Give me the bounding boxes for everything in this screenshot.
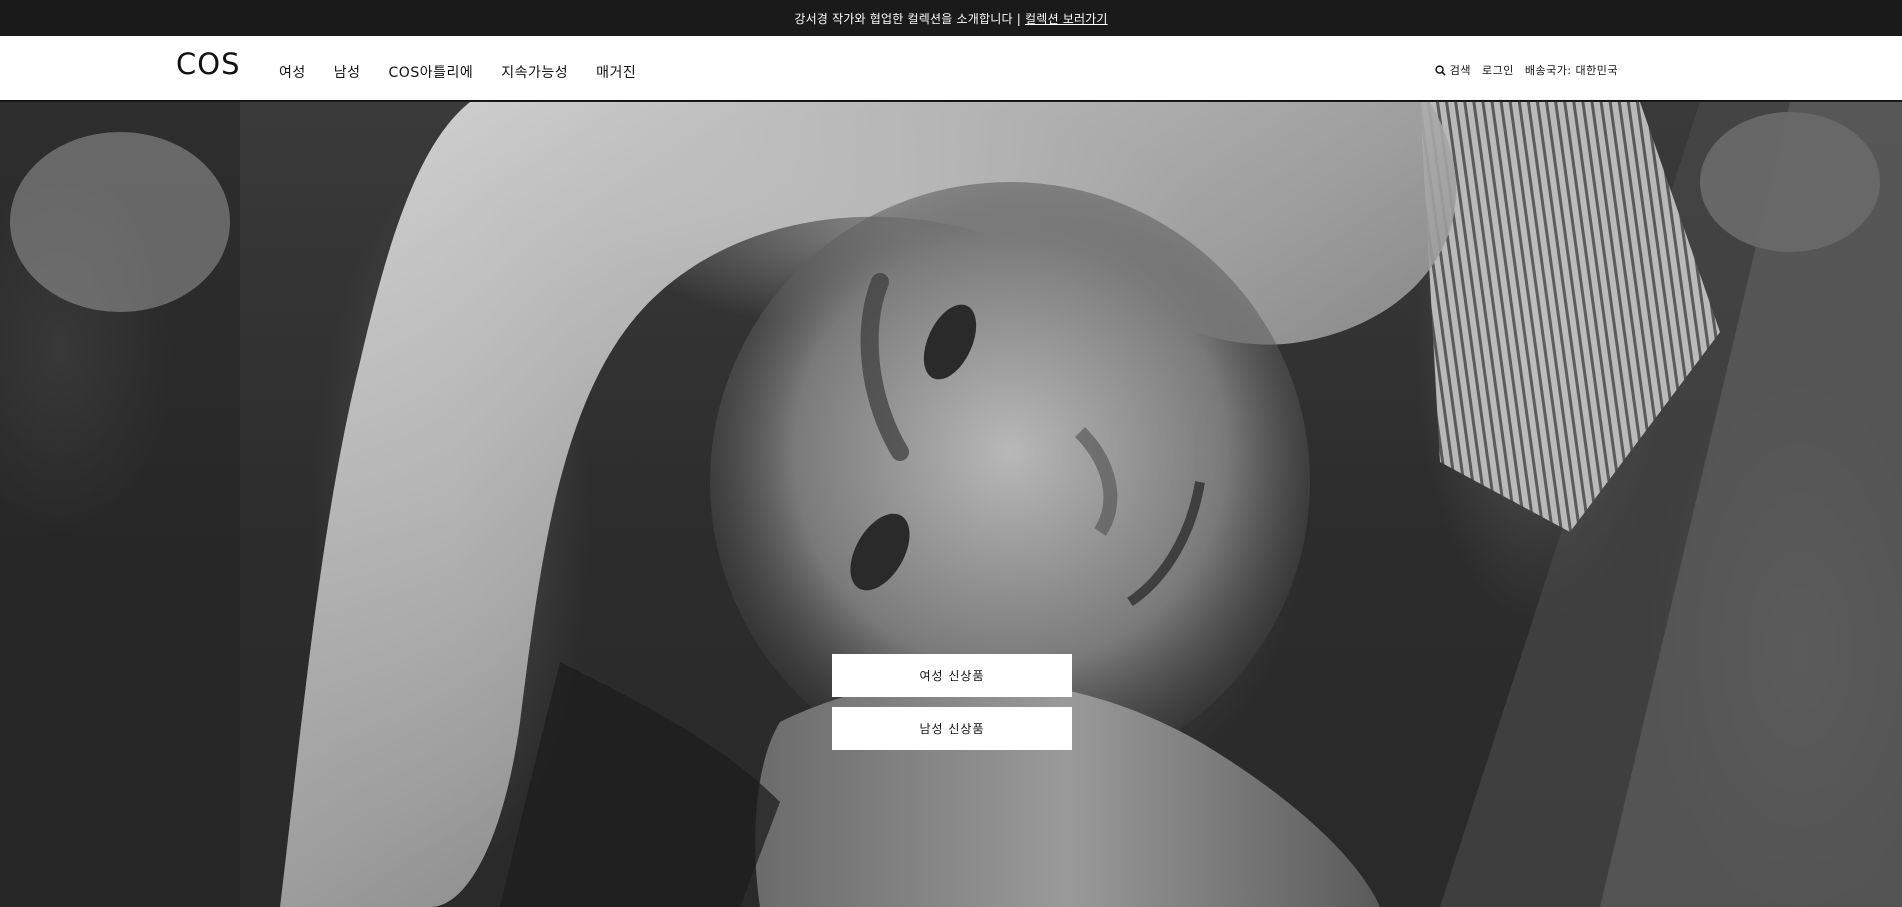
header-utilities: 검색 로그인 배송국가: 대한민국 xyxy=(1435,62,1618,78)
nav-item-atelier[interactable]: COS아틀리에 xyxy=(389,62,474,82)
hero-banner[interactable]: 여성 신상품 남성 신상품 xyxy=(0,102,1902,907)
search-label: 검색 xyxy=(1449,64,1471,77)
site-header: COS 여성 남성 COS아틀리에 지속가능성 매거진 검색 로그인 배송국가:… xyxy=(0,36,1902,101)
search-button[interactable]: 검색 xyxy=(1435,62,1471,78)
announcement-text: 강서경 작가와 협업한 컬렉션을 소개합니다 | xyxy=(794,11,1021,26)
announcement-link[interactable]: 컬렉션 보러가기 xyxy=(1025,10,1108,27)
nav-item-magazine[interactable]: 매거진 xyxy=(596,62,636,82)
shop-women-new-button[interactable]: 여성 신상품 xyxy=(832,654,1072,697)
main-nav: 여성 남성 COS아틀리에 지속가능성 매거진 xyxy=(279,62,636,82)
nav-item-sustainability[interactable]: 지속가능성 xyxy=(501,62,568,82)
shop-men-new-button[interactable]: 남성 신상품 xyxy=(832,707,1072,750)
login-label: 로그인 xyxy=(1481,64,1514,77)
hero-image xyxy=(0,102,1902,907)
shipping-country-selector[interactable]: 배송국가: 대한민국 xyxy=(1525,62,1618,78)
login-link[interactable]: 로그인 xyxy=(1482,62,1514,78)
logo[interactable]: COS xyxy=(176,50,240,79)
nav-item-women[interactable]: 여성 xyxy=(279,62,306,82)
announcement-bar: 강서경 작가와 협업한 컬렉션을 소개합니다 | 컬렉션 보러가기 xyxy=(0,0,1902,36)
nav-item-men[interactable]: 남성 xyxy=(334,62,361,82)
search-icon xyxy=(1435,64,1446,76)
shipping-country-label: 배송국가: 대한민국 xyxy=(1524,64,1618,77)
